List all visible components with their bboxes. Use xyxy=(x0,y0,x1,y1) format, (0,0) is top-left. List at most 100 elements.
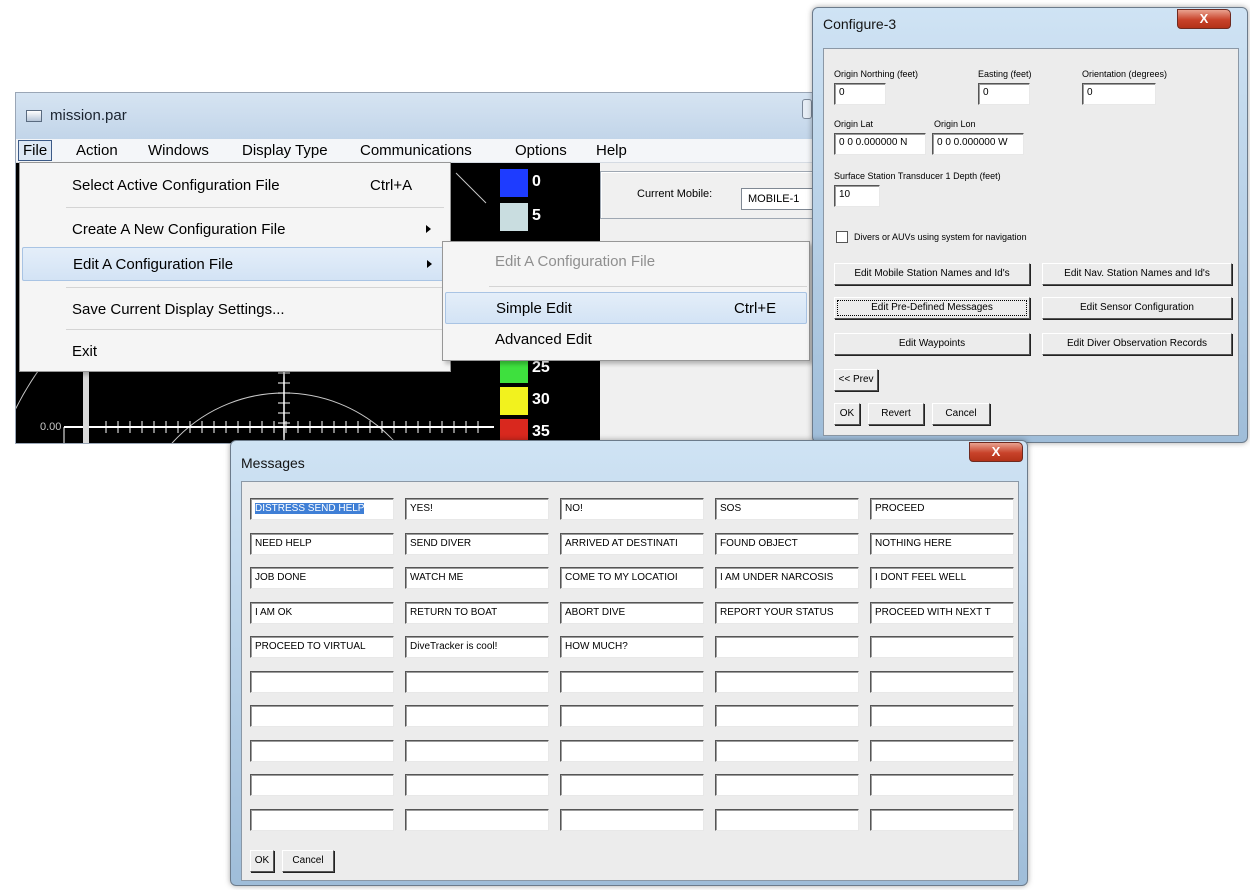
message-field[interactable] xyxy=(715,636,859,658)
submenu-item-label: Advanced Edit xyxy=(495,331,592,348)
edit-mobile-names-button[interactable]: Edit Mobile Station Names and Id's xyxy=(834,263,1030,285)
message-field[interactable] xyxy=(250,739,394,762)
edit-sensor-config-button[interactable]: Edit Sensor Configuration xyxy=(1042,297,1232,319)
message-field[interactable] xyxy=(870,670,1014,693)
app-icon xyxy=(26,110,42,122)
message-field[interactable] xyxy=(405,774,549,796)
ok-button[interactable]: OK xyxy=(834,403,860,425)
mission-title-bar[interactable]: mission.par xyxy=(16,93,814,139)
menu-options[interactable]: Options xyxy=(515,142,567,159)
message-field[interactable]: DISTRESS SEND HELP xyxy=(250,498,394,520)
orientation-label: Orientation (degrees) xyxy=(1082,69,1168,79)
origin-lat-input[interactable]: 0 0 0.000000 N xyxy=(834,133,926,155)
message-field[interactable] xyxy=(250,774,394,796)
ok-button[interactable]: OK xyxy=(250,850,274,872)
message-field[interactable]: PROCEED TO VIRTUAL xyxy=(250,636,394,658)
message-field[interactable]: RETURN TO BOAT xyxy=(405,601,549,624)
edit-nav-names-button[interactable]: Edit Nav. Station Names and Id's xyxy=(1042,263,1232,285)
message-field[interactable] xyxy=(250,808,394,831)
message-field[interactable]: ARRIVED AT DESTINATI xyxy=(560,532,704,555)
edit-waypoints-button[interactable]: Edit Waypoints xyxy=(834,333,1030,355)
submenu-item-shortcut: Ctrl+E xyxy=(734,300,777,317)
message-field[interactable] xyxy=(715,705,859,727)
message-field[interactable] xyxy=(870,636,1014,658)
message-field[interactable]: PROCEED xyxy=(870,498,1014,520)
close-button[interactable]: X xyxy=(969,442,1023,462)
menu-file[interactable]: File xyxy=(18,140,53,161)
message-field[interactable] xyxy=(560,670,704,693)
transducer-depth-input[interactable]: 10 xyxy=(834,185,880,207)
message-field[interactable]: I AM UNDER NARCOSIS xyxy=(715,567,859,589)
message-field[interactable]: PROCEED WITH NEXT T xyxy=(870,601,1014,624)
message-field[interactable]: FOUND OBJECT xyxy=(715,532,859,555)
message-text: NO! xyxy=(565,503,583,514)
menu-item-exit[interactable]: Exit xyxy=(22,335,448,369)
message-field[interactable] xyxy=(560,705,704,727)
menu-item-create-new-config[interactable]: Create A New Configuration File xyxy=(22,213,448,247)
message-field[interactable]: DiveTracker is cool! xyxy=(405,636,549,658)
message-text: PROCEED xyxy=(875,503,925,514)
message-field[interactable] xyxy=(715,670,859,693)
minimize-button[interactable] xyxy=(802,99,812,119)
revert-button[interactable]: Revert xyxy=(868,403,924,425)
message-text: HOW MUCH? xyxy=(565,641,628,652)
origin-lon-input[interactable]: 0 0 0.000000 W xyxy=(932,133,1024,155)
message-field[interactable] xyxy=(870,739,1014,762)
prev-button[interactable]: << Prev xyxy=(834,369,878,391)
menu-communications[interactable]: Communications xyxy=(360,142,472,159)
message-field[interactable] xyxy=(870,808,1014,831)
message-field[interactable] xyxy=(405,739,549,762)
message-field[interactable]: I AM OK xyxy=(250,601,394,624)
message-field[interactable] xyxy=(715,774,859,796)
submenu-item-simple-edit[interactable]: Simple Edit Ctrl+E xyxy=(445,292,807,324)
legend-label: 5 xyxy=(532,207,541,224)
message-field[interactable] xyxy=(405,705,549,727)
menu-display-type[interactable]: Display Type xyxy=(242,142,328,159)
message-text: YES! xyxy=(410,503,433,514)
message-field[interactable] xyxy=(405,670,549,693)
message-field[interactable]: WATCH ME xyxy=(405,567,549,589)
message-field[interactable]: I DONT FEEL WELL xyxy=(870,567,1014,589)
message-text: PROCEED TO VIRTUAL xyxy=(255,641,366,652)
menu-item-select-active-config[interactable]: Select Active Configuration File Ctrl+A xyxy=(22,169,448,203)
message-field[interactable]: NEED HELP xyxy=(250,532,394,555)
message-field[interactable] xyxy=(715,808,859,831)
message-field[interactable] xyxy=(560,774,704,796)
menu-bar: File Action Windows Display Type Communi… xyxy=(16,139,814,163)
message-field[interactable]: REPORT YOUR STATUS xyxy=(715,601,859,624)
message-field[interactable] xyxy=(560,808,704,831)
menu-item-edit-config[interactable]: Edit A Configuration File xyxy=(22,247,448,281)
cancel-button[interactable]: Cancel xyxy=(932,403,990,425)
current-mobile-select[interactable]: MOBILE-1 xyxy=(741,188,814,210)
menu-action[interactable]: Action xyxy=(76,142,118,159)
dialog-title: Messages xyxy=(241,455,305,471)
message-field[interactable]: JOB DONE xyxy=(250,567,394,589)
close-button[interactable]: X xyxy=(1177,9,1231,29)
message-field[interactable]: HOW MUCH? xyxy=(560,636,704,658)
message-field[interactable]: NO! xyxy=(560,498,704,520)
edit-predefined-messages-button[interactable]: Edit Pre-Defined Messages xyxy=(834,297,1030,319)
menu-windows[interactable]: Windows xyxy=(148,142,209,159)
orientation-input[interactable]: 0 xyxy=(1082,83,1156,105)
message-field[interactable]: ABORT DIVE xyxy=(560,601,704,624)
submenu-item-advanced-edit[interactable]: Advanced Edit xyxy=(445,324,807,356)
message-field[interactable] xyxy=(250,670,394,693)
message-field[interactable]: COME TO MY LOCATIOI xyxy=(560,567,704,589)
message-field[interactable] xyxy=(715,739,859,762)
divers-auv-checkbox[interactable] xyxy=(836,231,848,243)
easting-input[interactable]: 0 xyxy=(978,83,1030,105)
message-field[interactable]: SEND DIVER xyxy=(405,532,549,555)
origin-northing-input[interactable]: 0 xyxy=(834,83,886,105)
menu-help[interactable]: Help xyxy=(596,142,627,159)
message-field[interactable] xyxy=(870,774,1014,796)
edit-diver-observation-button[interactable]: Edit Diver Observation Records xyxy=(1042,333,1232,355)
message-field[interactable] xyxy=(405,808,549,831)
message-field[interactable]: SOS xyxy=(715,498,859,520)
menu-item-save-display-settings[interactable]: Save Current Display Settings... xyxy=(22,293,448,327)
cancel-button[interactable]: Cancel xyxy=(282,850,334,872)
message-field[interactable] xyxy=(560,739,704,762)
message-field[interactable] xyxy=(870,705,1014,727)
message-field[interactable]: NOTHING HERE xyxy=(870,532,1014,555)
message-field[interactable] xyxy=(250,705,394,727)
message-field[interactable]: YES! xyxy=(405,498,549,520)
